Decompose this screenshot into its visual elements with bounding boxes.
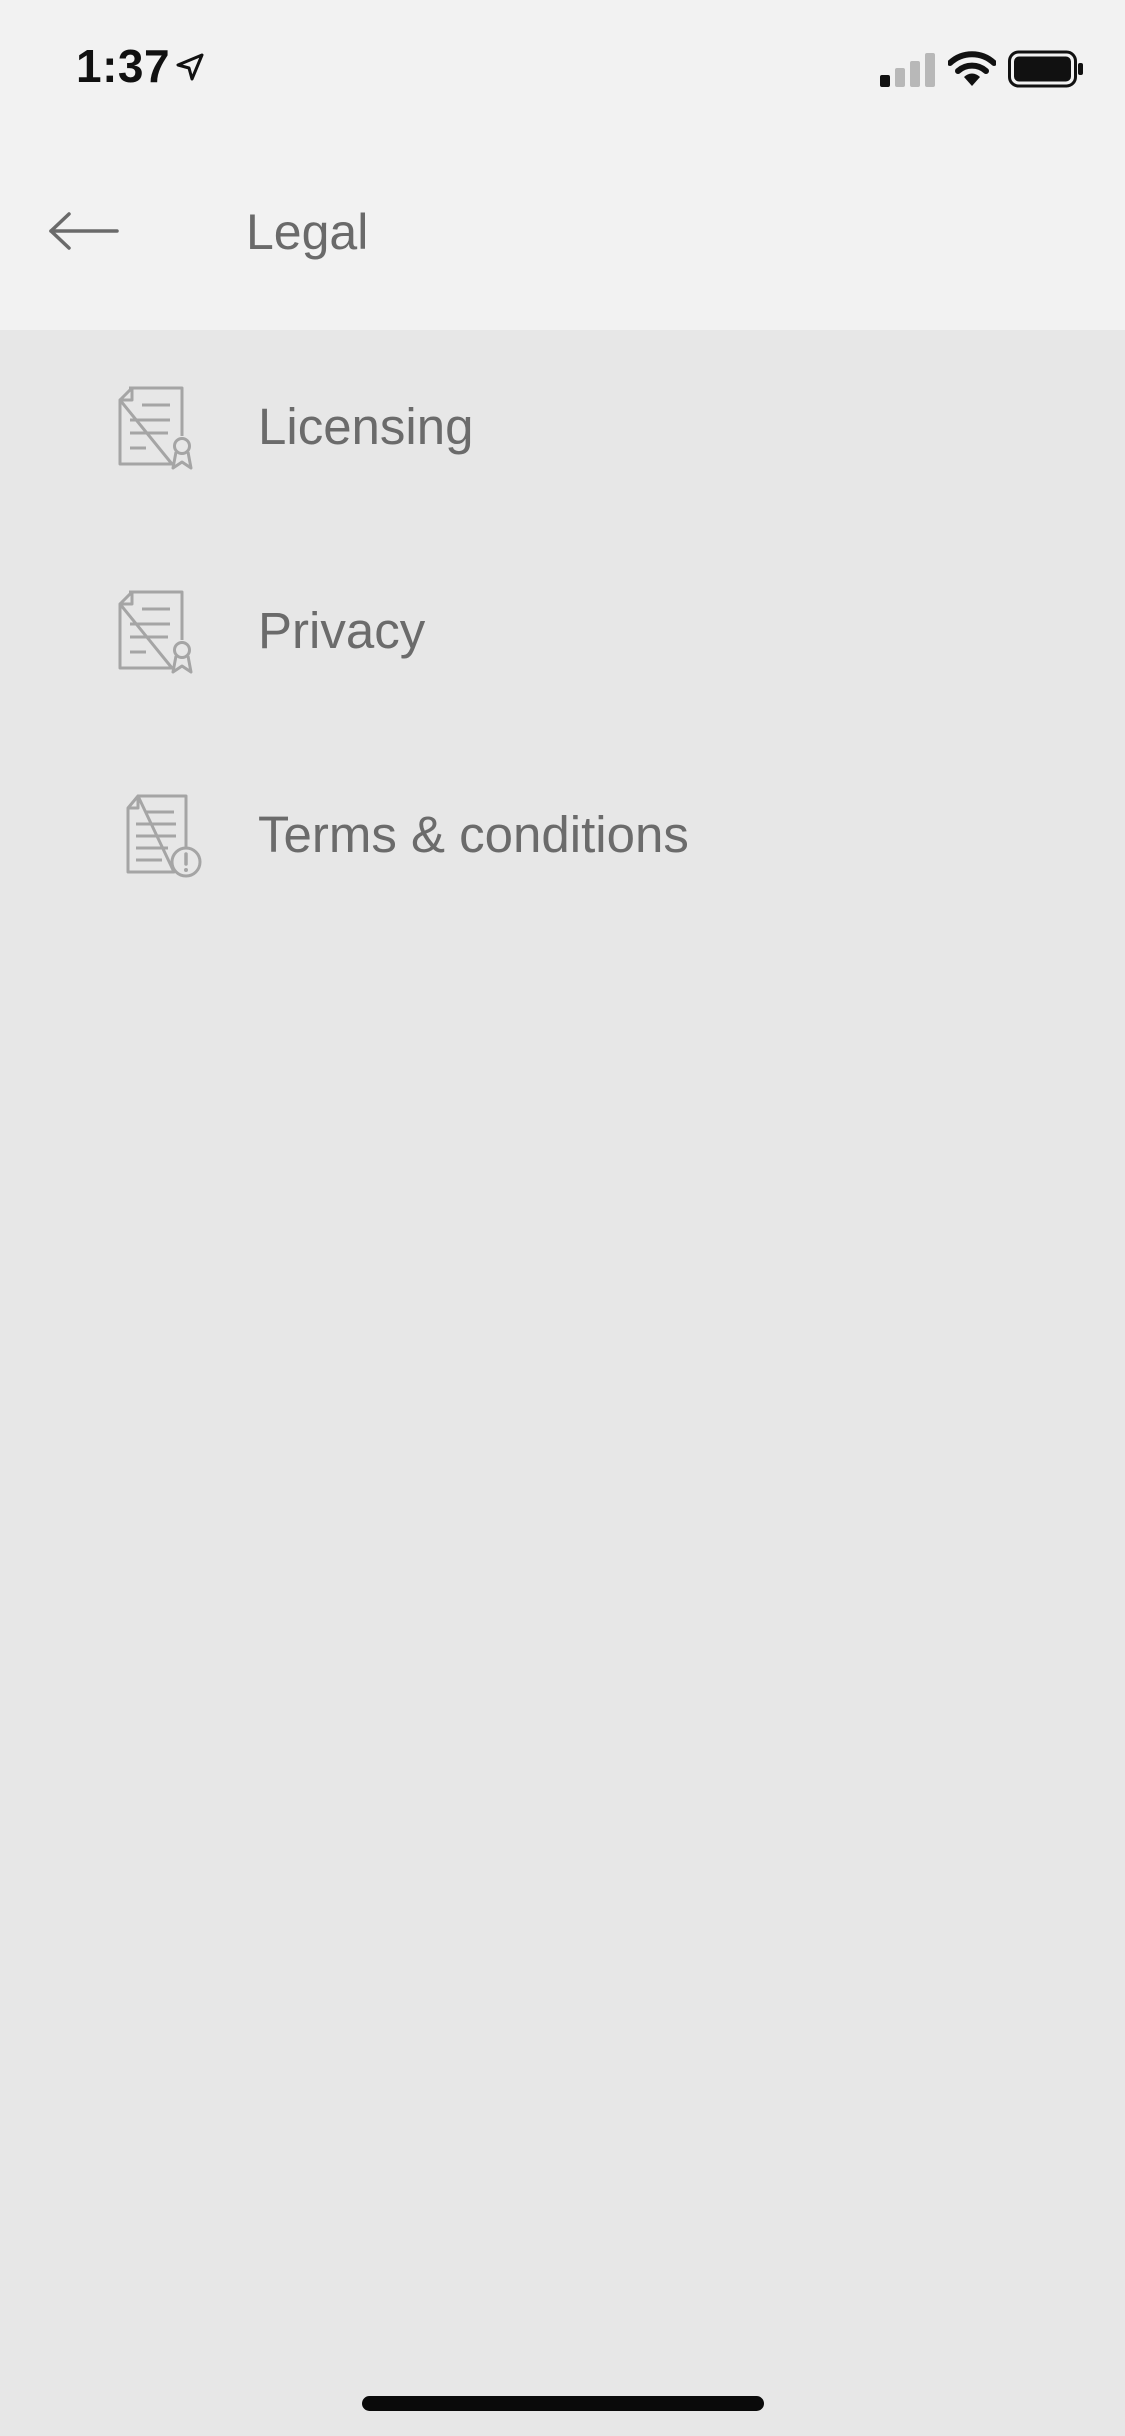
legal-list: Licensing Privacy Terms & conditions — [0, 330, 1125, 942]
cellular-signal-icon — [880, 53, 935, 87]
list-item-privacy[interactable]: Privacy — [0, 534, 1125, 738]
certificate-document-icon — [118, 386, 193, 470]
list-item-licensing[interactable]: Licensing — [0, 330, 1125, 534]
list-item-label: Licensing — [258, 398, 474, 455]
list-item-label: Privacy — [258, 602, 426, 659]
home-indicator[interactable] — [362, 2396, 764, 2411]
arrow-left-icon — [49, 212, 119, 250]
status-bar: 1:37 — [0, 0, 1125, 132]
battery-icon — [1008, 50, 1083, 88]
list-item-terms-conditions[interactable]: Terms & conditions — [0, 738, 1125, 942]
app-header: Legal — [0, 132, 1125, 330]
location-arrow-icon — [176, 53, 204, 81]
back-button[interactable] — [28, 188, 138, 274]
list-item-label: Terms & conditions — [258, 806, 689, 863]
page-title: Legal — [246, 204, 369, 260]
document-alert-icon — [126, 794, 202, 878]
wifi-icon — [948, 51, 996, 86]
status-time: 1:37 — [76, 40, 171, 92]
certificate-document-icon — [118, 590, 193, 674]
